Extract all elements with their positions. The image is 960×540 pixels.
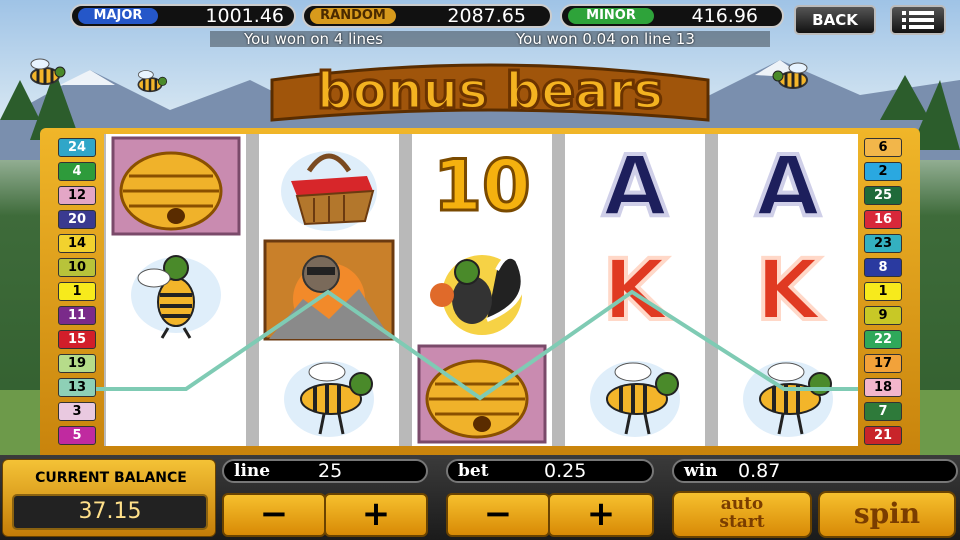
win-label: win xyxy=(684,461,718,481)
line-tab[interactable]: 9 xyxy=(864,306,902,325)
bet-field: bet 0.25 xyxy=(446,459,654,483)
line-tab[interactable]: 24 xyxy=(58,138,96,157)
line-tab[interactable]: 1 xyxy=(58,282,96,301)
line-tab[interactable]: 15 xyxy=(58,330,96,349)
line-tab[interactable]: 22 xyxy=(864,330,902,349)
win-field: win 0.87 xyxy=(672,459,958,483)
current-balance-panel: CURRENT BALANCE 37.15 xyxy=(2,459,216,537)
line-tab[interactable]: 21 xyxy=(864,426,902,445)
line-tab[interactable]: 4 xyxy=(58,162,96,181)
line-increase-button[interactable]: + xyxy=(324,493,428,537)
line-tab[interactable]: 11 xyxy=(58,306,96,325)
line-tab[interactable]: 1 xyxy=(864,282,902,301)
line-tab[interactable]: 16 xyxy=(864,210,902,229)
balance-value: 37.15 xyxy=(12,494,208,530)
line-tab[interactable]: 17 xyxy=(864,354,902,373)
line-field: line 25 xyxy=(222,459,428,483)
line-tab[interactable]: 5 xyxy=(58,426,96,445)
line-decrease-button[interactable]: − xyxy=(222,493,326,537)
line-tab[interactable]: 10 xyxy=(58,258,96,277)
bet-value: 0.25 xyxy=(544,460,587,482)
line-tab[interactable]: 8 xyxy=(864,258,902,277)
line-tab[interactable]: 14 xyxy=(58,234,96,253)
line-tab[interactable]: 2 xyxy=(864,162,902,181)
bet-decrease-button[interactable]: − xyxy=(446,493,550,537)
line-tab[interactable]: 3 xyxy=(58,402,96,421)
win-value: 0.87 xyxy=(738,460,781,482)
line-tab[interactable]: 6 xyxy=(864,138,902,157)
spin-button[interactable]: spin xyxy=(818,491,956,538)
line-tab[interactable]: 23 xyxy=(864,234,902,253)
line-label: line xyxy=(234,461,271,481)
auto-start-button[interactable]: auto start xyxy=(672,491,812,538)
line-value: 25 xyxy=(318,460,343,482)
line-tab[interactable]: 25 xyxy=(864,186,902,205)
line-tab[interactable]: 7 xyxy=(864,402,902,421)
auto-start-label: auto start xyxy=(719,494,765,532)
bet-label: bet xyxy=(458,461,489,481)
line-tab[interactable]: 19 xyxy=(58,354,96,373)
bet-increase-button[interactable]: + xyxy=(548,493,654,537)
line-tab[interactable]: 13 xyxy=(58,378,96,397)
line-tab[interactable]: 20 xyxy=(58,210,96,229)
balance-label: CURRENT BALANCE xyxy=(35,470,187,486)
line-tab[interactable]: 18 xyxy=(864,378,902,397)
line-tab[interactable]: 12 xyxy=(58,186,96,205)
